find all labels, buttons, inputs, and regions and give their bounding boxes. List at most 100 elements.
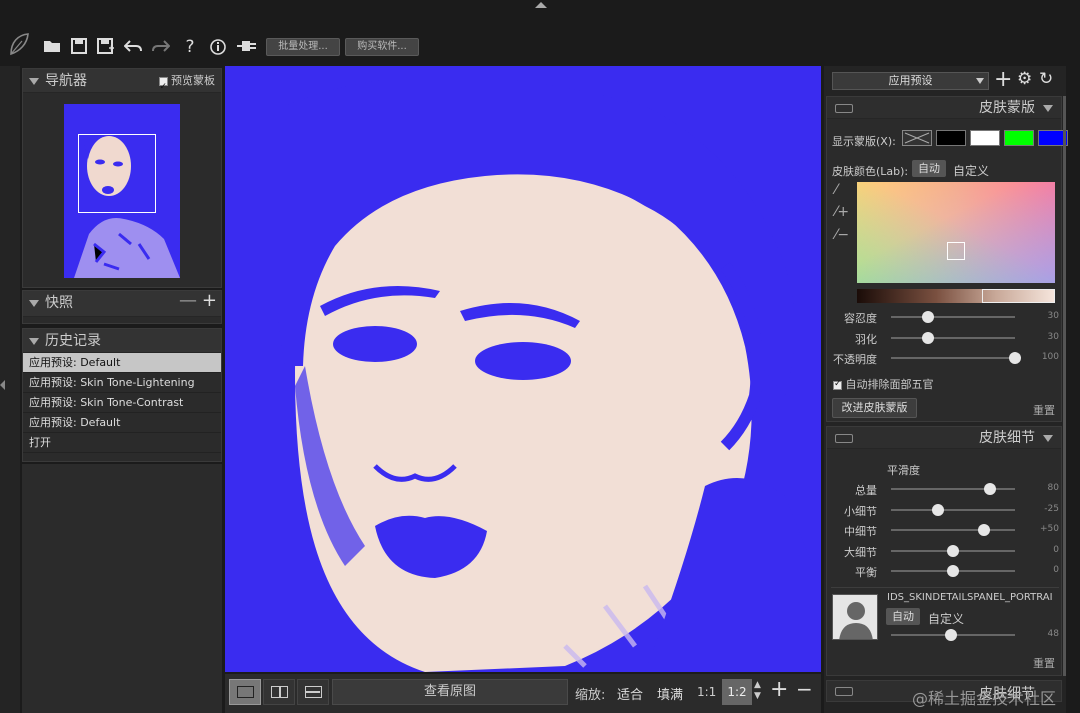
skin-detail-reset-button[interactable]: 重置 bbox=[1033, 655, 1055, 671]
zoom-fit-button[interactable]: 适合 bbox=[617, 684, 643, 703]
slider-row[interactable]: 羽化 30 bbox=[827, 328, 1063, 348]
portrait-slider[interactable]: 48 bbox=[827, 625, 1063, 645]
info-icon[interactable] bbox=[208, 38, 228, 56]
navigator-thumbnail[interactable] bbox=[64, 104, 180, 278]
slider-row[interactable]: 小细节 -25 bbox=[827, 500, 1063, 520]
redo-icon[interactable] bbox=[151, 38, 171, 56]
slider-row[interactable]: 不透明度 100 bbox=[827, 348, 1063, 368]
refine-skin-mask-button[interactable]: 改进皮肤蒙版 bbox=[832, 398, 917, 418]
undo-icon[interactable] bbox=[123, 38, 143, 56]
skin-detail-header[interactable]: 皮肤细节 bbox=[827, 427, 1061, 449]
slider-track[interactable] bbox=[891, 357, 1015, 359]
preview-mask-label: 预览蒙板 bbox=[171, 74, 215, 87]
panel-enable-toggle[interactable] bbox=[835, 687, 853, 696]
slider-knob[interactable] bbox=[947, 544, 959, 557]
panel-enable-toggle[interactable] bbox=[835, 104, 853, 113]
portrait-auto-button[interactable]: 自动 bbox=[886, 608, 920, 625]
slider-row[interactable]: 总量 80 bbox=[827, 479, 1063, 499]
preview-mask-checkbox[interactable]: ✓ bbox=[158, 76, 168, 92]
zoom-1-1-button[interactable]: 1:1 bbox=[697, 685, 716, 699]
preview-mask-toggle[interactable]: ✓ 预览蒙板 bbox=[158, 69, 215, 93]
remove-snapshot-icon[interactable]: — bbox=[179, 289, 197, 313]
slider-knob[interactable] bbox=[947, 565, 959, 577]
single-view-button[interactable] bbox=[229, 679, 261, 705]
preset-select[interactable]: 应用预设 bbox=[832, 72, 989, 90]
slider-track[interactable] bbox=[891, 488, 1015, 490]
gear-icon[interactable]: ⚙ bbox=[1017, 69, 1032, 89]
add-preset-icon[interactable]: + bbox=[994, 67, 1012, 92]
slider-track[interactable] bbox=[891, 336, 1015, 339]
image-canvas[interactable] bbox=[225, 66, 821, 672]
mask-color-swatch[interactable] bbox=[1004, 130, 1034, 146]
add-snapshot-icon[interactable]: + bbox=[202, 289, 217, 313]
slider-knob[interactable] bbox=[1009, 352, 1021, 364]
slider-row[interactable]: 大细节 0 bbox=[827, 541, 1063, 561]
slider-knob[interactable] bbox=[922, 311, 935, 323]
history-item[interactable]: 应用预设: Default bbox=[23, 413, 221, 433]
collapse-triangle-icon[interactable] bbox=[29, 338, 39, 345]
skin-tone-range-handle[interactable] bbox=[982, 289, 1055, 303]
slider-knob[interactable] bbox=[922, 331, 935, 344]
collapse-triangle-icon[interactable] bbox=[29, 78, 39, 85]
buy-software-button[interactable]: 购买软件... bbox=[345, 38, 419, 56]
split-vertical-icon bbox=[271, 686, 288, 698]
navigator-header[interactable]: 导航器 ✓ 预览蒙板 bbox=[23, 69, 221, 93]
panel-enable-toggle[interactable] bbox=[835, 434, 853, 443]
auto-exclude-checkbox[interactable]: ✓ bbox=[833, 379, 842, 390]
save-as-icon[interactable] bbox=[96, 38, 116, 56]
plugin-icon[interactable] bbox=[236, 38, 256, 56]
collapse-top-arrow-icon[interactable] bbox=[535, 2, 547, 8]
history-header[interactable]: 历史记录 bbox=[23, 329, 221, 353]
zoom-out-icon[interactable]: − bbox=[796, 677, 813, 701]
collapse-left-arrow-icon[interactable] bbox=[0, 380, 5, 390]
slider-knob[interactable] bbox=[944, 629, 957, 641]
slider-track[interactable] bbox=[891, 529, 1015, 531]
history-item[interactable]: 应用预设: Skin Tone-Lightening bbox=[23, 373, 221, 393]
collapse-triangle-icon[interactable] bbox=[1043, 435, 1053, 442]
skin-mask-reset-button[interactable]: 重置 bbox=[1033, 402, 1055, 418]
refresh-icon[interactable]: ↻ bbox=[1039, 69, 1053, 89]
zoom-stepper-icon[interactable]: ▲ ▼ bbox=[754, 680, 761, 702]
slider-knob[interactable] bbox=[931, 503, 944, 516]
eyedropper-icon[interactable]: ⁄ bbox=[835, 182, 837, 198]
skin-color-picker[interactable] bbox=[857, 182, 1055, 283]
collapse-triangle-icon[interactable] bbox=[1043, 105, 1053, 112]
view-original-button[interactable]: 查看原图 bbox=[332, 679, 568, 705]
zoom-in-icon[interactable]: + bbox=[770, 677, 788, 702]
split-horizontal-button[interactable] bbox=[297, 679, 329, 705]
slider-value: 100 bbox=[1041, 352, 1059, 362]
mask-color-swatch[interactable] bbox=[970, 130, 1000, 146]
slider-knob[interactable] bbox=[978, 524, 990, 536]
zoom-fill-button[interactable]: 填满 bbox=[657, 684, 683, 703]
mask-none-swatch[interactable] bbox=[902, 130, 932, 146]
slider-row[interactable]: 容忍度 30 bbox=[827, 307, 1063, 327]
skin-tone-gradient-bar[interactable] bbox=[857, 289, 1055, 303]
split-vertical-button[interactable] bbox=[263, 679, 295, 705]
batch-process-button[interactable]: 批量处理... bbox=[266, 38, 340, 56]
auto-exclude-toggle[interactable]: ✓ 自动排除面部五官 bbox=[833, 376, 934, 392]
skin-detail-panel: 皮肤细节 平滑度 IDS_SKINDETAILSPANEL_PORTRAI 自动… bbox=[826, 426, 1062, 676]
skin-color-auto-button[interactable]: 自动 bbox=[912, 160, 946, 177]
right-panel-scrollbar[interactable] bbox=[1063, 96, 1066, 676]
zoom-level-select[interactable]: 1:2 bbox=[722, 679, 752, 705]
slider-row[interactable]: 中细节 +50 bbox=[827, 520, 1063, 540]
slider-track[interactable] bbox=[891, 508, 1015, 511]
navigator-viewport-box[interactable] bbox=[78, 134, 156, 213]
collapse-triangle-icon[interactable] bbox=[29, 300, 39, 307]
eyedropper-add-icon[interactable]: ⁄+ bbox=[835, 204, 849, 220]
color-picker-marker[interactable] bbox=[947, 242, 965, 260]
slider-knob[interactable] bbox=[984, 483, 997, 495]
eyedropper-remove-icon[interactable]: ⁄− bbox=[835, 227, 849, 243]
history-item[interactable]: 应用预设: Skin Tone-Contrast bbox=[23, 393, 221, 413]
help-icon[interactable]: ? bbox=[180, 38, 200, 56]
history-item[interactable]: 应用预设: Default bbox=[23, 353, 221, 373]
save-icon[interactable] bbox=[69, 38, 89, 56]
mask-color-swatch[interactable] bbox=[936, 130, 966, 146]
open-folder-icon[interactable] bbox=[42, 38, 62, 56]
skin-mask-header[interactable]: 皮肤蒙版 bbox=[827, 97, 1061, 119]
snapshots-header[interactable]: 快照 — + bbox=[23, 289, 221, 317]
slider-track[interactable] bbox=[891, 316, 1015, 318]
slider-row[interactable]: 平衡 0 bbox=[827, 561, 1063, 581]
history-item[interactable]: 打开 bbox=[23, 433, 221, 453]
skin-color-custom-button[interactable]: 自定义 bbox=[953, 162, 989, 179]
